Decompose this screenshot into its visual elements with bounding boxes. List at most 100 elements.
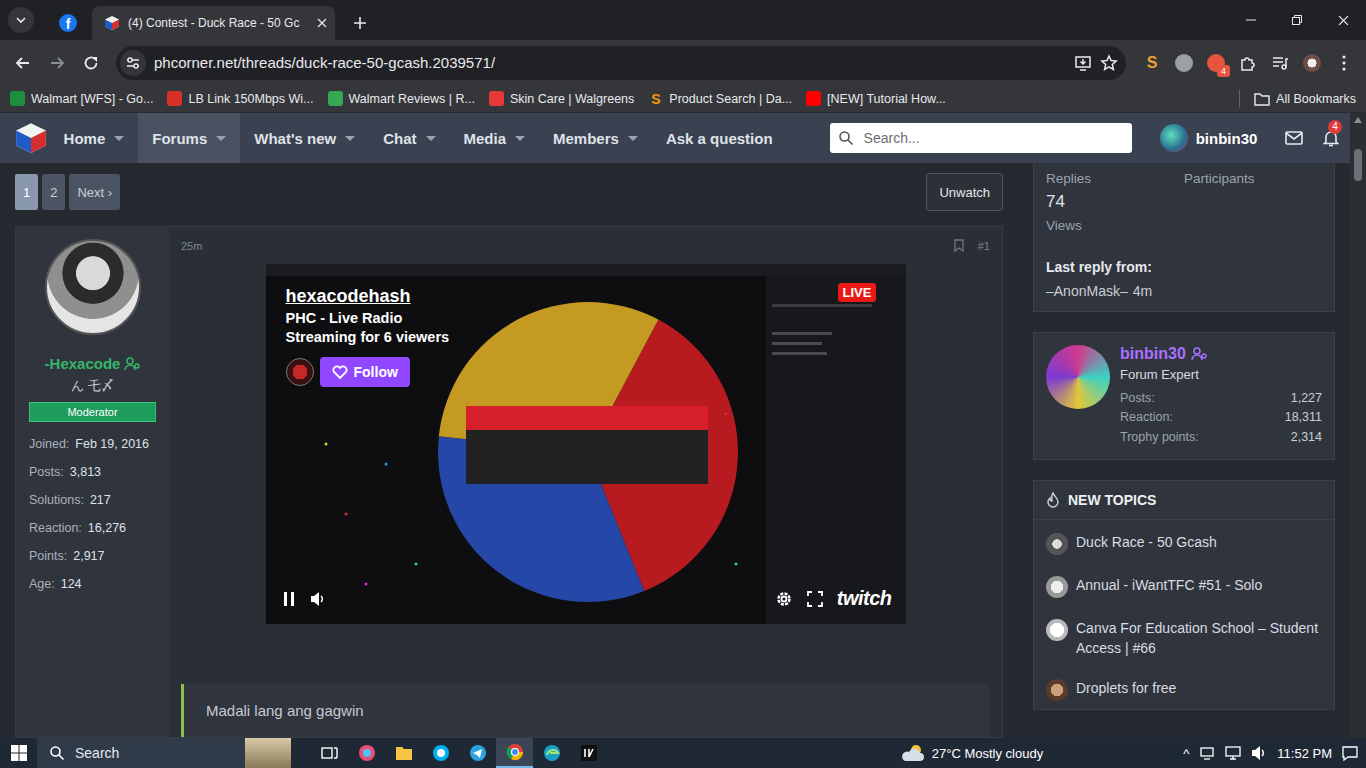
extensions-puzzle-icon[interactable] [1232,47,1264,79]
restore-icon[interactable] [1274,0,1320,40]
page-button[interactable]: 1 [15,174,38,210]
settings-gear-icon[interactable] [775,590,793,608]
star-icon[interactable] [1100,54,1118,72]
clock-time[interactable]: 11:52 PM [1277,746,1332,761]
last-reply-user[interactable]: –AnonMask– [1046,283,1128,299]
topic-title[interactable]: Duck Race - 50 Gcash [1076,532,1217,552]
close-icon[interactable] [317,18,327,28]
chrome-icon[interactable] [506,743,524,761]
speaker-icon[interactable] [1262,750,1263,756]
extension-button[interactable] [1168,47,1200,79]
volume-icon[interactable] [310,591,326,607]
extensions-puzzle-icon[interactable] [1239,54,1257,72]
reload-icon[interactable] [82,54,100,72]
restore-icon[interactable] [1295,16,1302,23]
stream-player[interactable]: hexacodehashPHC - Live RadioStreaming fo… [266,264,906,624]
reload-icon[interactable] [92,57,97,62]
author-avatar[interactable] [45,239,141,335]
bookmark-icon[interactable] [954,239,964,252]
topic-title[interactable]: Canva For Education School – Student Acc… [1076,618,1322,658]
profile-name[interactable]: binbin30 [1120,345,1186,363]
all-bookmarks[interactable]: All Bookmarks [1254,92,1356,106]
media-control-icon[interactable] [1264,47,1296,79]
tab-search-button[interactable] [8,7,34,33]
telegram-icon[interactable] [470,745,486,761]
fullscreen-icon[interactable] [807,591,823,607]
settings-gear-icon[interactable] [781,596,786,601]
site-search[interactable] [830,123,1132,153]
menu-kebab-icon[interactable] [1342,61,1345,64]
skype-icon[interactable] [432,744,450,762]
nav-caret[interactable] [345,136,355,141]
extension-button[interactable]: S [1136,47,1168,79]
alerts-button[interactable]: 4 [1313,113,1350,163]
profile-avatar[interactable] [1046,345,1110,409]
unwatch-button[interactable]: Unwatch [926,173,1003,211]
pause-icon[interactable] [284,592,287,606]
back-icon[interactable] [6,46,40,80]
nav-caret[interactable] [114,136,124,141]
windows-start-icon[interactable] [19,745,27,753]
author-name[interactable]: -Hexacode [45,355,121,372]
forward-icon[interactable] [40,46,74,80]
telegram-icon[interactable] [469,744,487,762]
terminal-app-icon[interactable] [585,749,593,757]
pause-icon[interactable] [282,591,296,607]
nav-caret[interactable] [216,136,226,141]
settings-gear-icon[interactable] [775,590,793,608]
windows-start-icon[interactable] [11,754,19,762]
close-window-icon[interactable] [1339,16,1348,25]
install-icon[interactable] [1074,54,1092,72]
display-icon[interactable] [1226,747,1240,756]
media-control-icon[interactable] [1286,59,1288,67]
skype-icon[interactable] [422,738,459,768]
new-tab-icon[interactable] [353,16,367,30]
menu-kebab-icon[interactable] [1342,55,1346,71]
reload-icon[interactable] [86,57,97,68]
forward-icon[interactable] [48,54,66,72]
install-icon[interactable] [1074,54,1092,72]
forward-icon[interactable] [51,58,63,68]
minimize-icon[interactable] [1246,20,1256,21]
menu-kebab-icon[interactable] [1342,55,1345,58]
edge-icon[interactable] [543,744,561,762]
twitch-logo[interactable]: twitch [837,587,892,610]
inbox-button[interactable] [1275,113,1312,163]
chrome-icon[interactable] [511,749,518,756]
close-icon[interactable] [318,19,326,27]
task-view-icon[interactable] [334,748,337,758]
new-tab-icon[interactable] [343,6,377,40]
topic-item[interactable]: Droplets for free [1034,666,1334,709]
notification-icon[interactable] [1342,745,1358,761]
windows-start-icon[interactable] [19,754,27,762]
follow-button[interactable]: Follow [320,357,410,387]
bookmark-item[interactable]: LB Link 150Mbps Wi... [167,91,313,106]
tray-chevron[interactable]: ^ [1183,746,1189,761]
speaker-icon[interactable] [1251,745,1267,761]
windows-start-icon[interactable] [0,738,37,768]
menu-kebab-icon[interactable] [1328,47,1360,79]
media-control-icon[interactable] [1271,54,1289,72]
topic-item[interactable]: Canva For Education School – Student Acc… [1034,606,1334,666]
install-icon[interactable] [1080,59,1086,70]
app-icon[interactable] [358,744,376,762]
network-icon[interactable] [1199,746,1215,760]
taskbar-search[interactable]: Search [37,738,291,768]
file-explorer-icon[interactable] [396,747,412,760]
topic-title[interactable]: Droplets for free [1076,678,1176,698]
close-icon[interactable] [317,18,327,28]
skype-icon[interactable] [437,749,445,757]
volume-icon[interactable] [310,591,326,607]
nav-item[interactable]: Members [539,113,652,163]
profile-button[interactable] [1296,47,1328,79]
account-menu[interactable]: binbin30 [1160,113,1258,163]
post-time[interactable]: 25m [181,240,202,252]
task-view-icon[interactable] [311,738,348,768]
nav-caret[interactable] [628,136,638,141]
terminal-app-icon[interactable] [580,744,598,762]
terminal-app-icon[interactable] [570,738,607,768]
scrollbar[interactable] [1350,113,1366,738]
channel-name[interactable]: hexacodehash [286,286,450,307]
nav-item[interactable]: What's new [240,113,369,163]
pause-icon[interactable] [291,592,294,606]
